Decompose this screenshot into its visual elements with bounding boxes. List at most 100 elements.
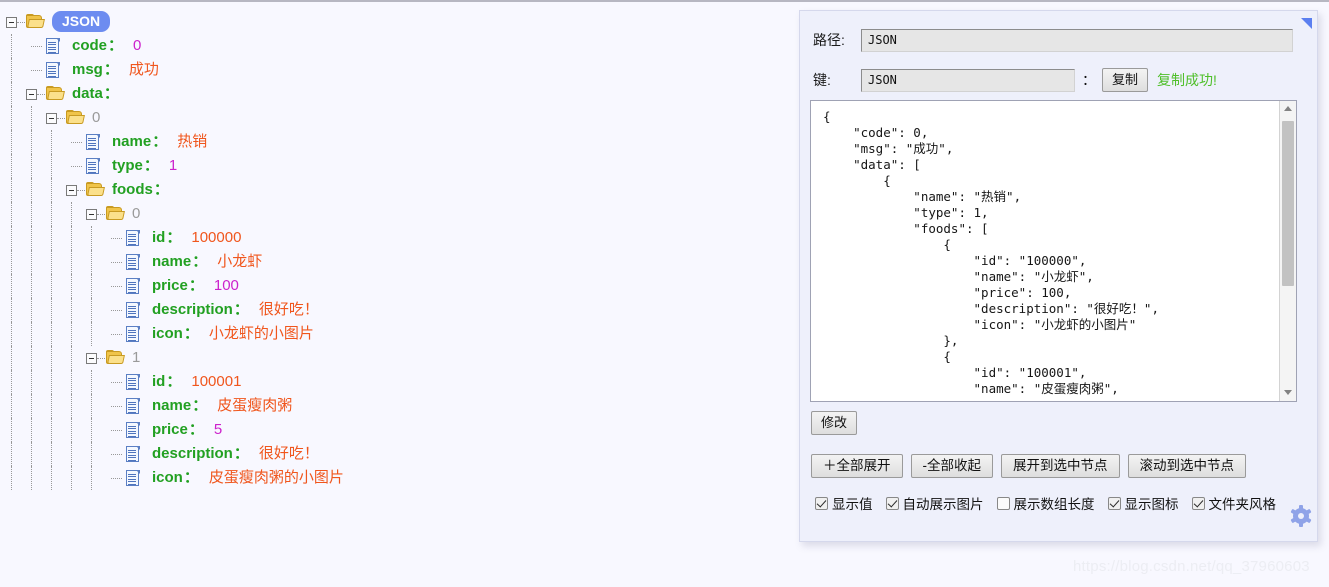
node-value: 小龙虾: [217, 253, 263, 270]
array-index-label: 0: [132, 205, 141, 222]
checkbox-icon[interactable]: [1191, 496, 1205, 510]
tree-connector: [111, 286, 122, 288]
tree-guide-line: [31, 442, 33, 466]
tree-node[interactable]: 1: [0, 346, 780, 370]
node-colon: ：: [188, 421, 204, 438]
tree-guide-line: [71, 202, 73, 226]
path-label: 路径:: [813, 32, 845, 48]
checkbox-icon[interactable]: [815, 496, 828, 510]
checkbox-icon[interactable]: [1107, 496, 1121, 510]
node-colon: ：: [103, 85, 119, 102]
tree-connector: [97, 214, 105, 216]
tree-node[interactable]: data：: [0, 82, 780, 106]
node-colon: ：: [192, 397, 208, 414]
collapse-toggle-icon[interactable]: [86, 353, 97, 364]
tree-node[interactable]: 0: [0, 202, 780, 226]
resize-corner-icon[interactable]: [1301, 18, 1312, 29]
collapse-toggle-icon[interactable]: [66, 185, 77, 196]
checkbox-icon[interactable]: [885, 496, 899, 510]
tree-node[interactable]: code： 0: [0, 34, 780, 58]
node-value: 1: [168, 157, 178, 174]
tree-node[interactable]: foods：: [0, 178, 780, 202]
checkbox-item-3[interactable]: 显示图标: [1107, 493, 1179, 513]
tree-node[interactable]: price： 5: [0, 418, 780, 442]
tree-node[interactable]: description： 很好吃！: [0, 442, 780, 466]
tree-node-label: msg： 成功: [72, 58, 159, 82]
collapse-toggle-icon[interactable]: [86, 209, 97, 220]
node-colon: ：: [152, 133, 168, 150]
json-textarea[interactable]: { "code": 0, "msg": "成功", "data": [ { "n…: [811, 101, 1279, 401]
node-colon: ：: [153, 181, 169, 198]
tree-connector: [57, 118, 65, 120]
checkbox-label: 显示值: [832, 497, 873, 512]
tree-node[interactable]: type： 1: [0, 154, 780, 178]
folder-icon: [86, 182, 105, 197]
collapse-toggle-icon[interactable]: [26, 89, 37, 100]
checkbox-item-0[interactable]: 显示值: [815, 493, 873, 513]
tree-node[interactable]: name： 皮蛋瘦肉粥: [0, 394, 780, 418]
node-value: 热销: [177, 133, 208, 150]
action-button-1[interactable]: -全部收起: [910, 454, 993, 478]
checkbox-item-2[interactable]: 展示数组长度: [996, 493, 1095, 513]
node-value: 5: [213, 421, 223, 438]
tree-node[interactable]: icon： 小龙虾的小图片: [0, 322, 780, 346]
tree-node-label: 0: [132, 202, 140, 226]
node-colon: ：: [166, 229, 182, 246]
tree-guide-line: [51, 346, 53, 370]
tree-node[interactable]: description： 很好吃！: [0, 298, 780, 322]
tree-node[interactable]: name： 热销: [0, 130, 780, 154]
checkbox-icon[interactable]: [996, 496, 1010, 510]
tree-node[interactable]: msg： 成功: [0, 58, 780, 82]
tree-guide-line: [71, 226, 73, 250]
tree-guide-line: [51, 322, 53, 346]
json-scrollbar[interactable]: [1279, 101, 1296, 401]
array-index-label: 1: [132, 349, 141, 366]
tree-guide-line: [71, 346, 73, 370]
tree-node[interactable]: id： 100001: [0, 370, 780, 394]
tree-guide-line: [51, 250, 53, 274]
tree-guide-line: [31, 394, 33, 418]
modify-button[interactable]: 修改: [811, 411, 858, 435]
copy-button[interactable]: 复制: [1102, 68, 1149, 92]
root-node-badge[interactable]: JSON: [52, 11, 111, 32]
tree-node[interactable]: name： 小龙虾: [0, 250, 780, 274]
action-button-2[interactable]: 展开到选中节点: [1001, 454, 1120, 478]
checkbox-item-4[interactable]: 文件夹风格: [1191, 493, 1276, 513]
tree-node[interactable]: JSON: [0, 10, 780, 34]
key-input[interactable]: JSON: [861, 68, 1075, 92]
tree-guide-line: [31, 466, 33, 490]
node-value: 0: [133, 37, 142, 54]
file-icon: [126, 302, 140, 318]
settings-gear-icon[interactable]: [1290, 505, 1312, 527]
tree-guide-line: [31, 202, 33, 226]
tree-node[interactable]: id： 100000: [0, 226, 780, 250]
tree-guide-line: [91, 226, 93, 250]
node-colon: ：: [233, 445, 249, 462]
tree-node[interactable]: 0: [0, 106, 780, 130]
tree-guide-line: [11, 34, 13, 58]
tree-connector: [111, 382, 122, 384]
tree-node[interactable]: price： 100: [0, 274, 780, 298]
scroll-up-icon[interactable]: [1280, 101, 1296, 117]
node-colon: ：: [143, 157, 159, 174]
folder-icon: [106, 350, 125, 365]
action-button-3[interactable]: 滚动到选中节点: [1127, 454, 1246, 478]
path-input[interactable]: JSON: [861, 28, 1293, 52]
tree-guide-line: [51, 154, 53, 178]
node-key: icon: [152, 469, 183, 486]
tree-connector: [77, 190, 85, 192]
tree-guide-line: [91, 370, 93, 394]
collapse-toggle-icon[interactable]: [46, 113, 57, 124]
tree-guide-line: [71, 394, 73, 418]
file-icon: [126, 254, 140, 270]
tree-node[interactable]: icon： 皮蛋瘦肉粥的小图片: [0, 466, 780, 490]
checkbox-item-1[interactable]: 自动展示图片: [885, 493, 984, 513]
collapse-toggle-icon[interactable]: [6, 17, 17, 28]
tree-node-label: description： 很好吃！: [152, 298, 319, 322]
action-button-0[interactable]: ＋全部展开: [811, 454, 903, 478]
tree-node-label: code： 0: [72, 34, 141, 58]
scrollbar-thumb[interactable]: [1282, 121, 1294, 286]
tree-guide-line: [11, 298, 13, 322]
scroll-down-icon[interactable]: [1280, 385, 1296, 401]
node-key: name: [152, 253, 192, 270]
